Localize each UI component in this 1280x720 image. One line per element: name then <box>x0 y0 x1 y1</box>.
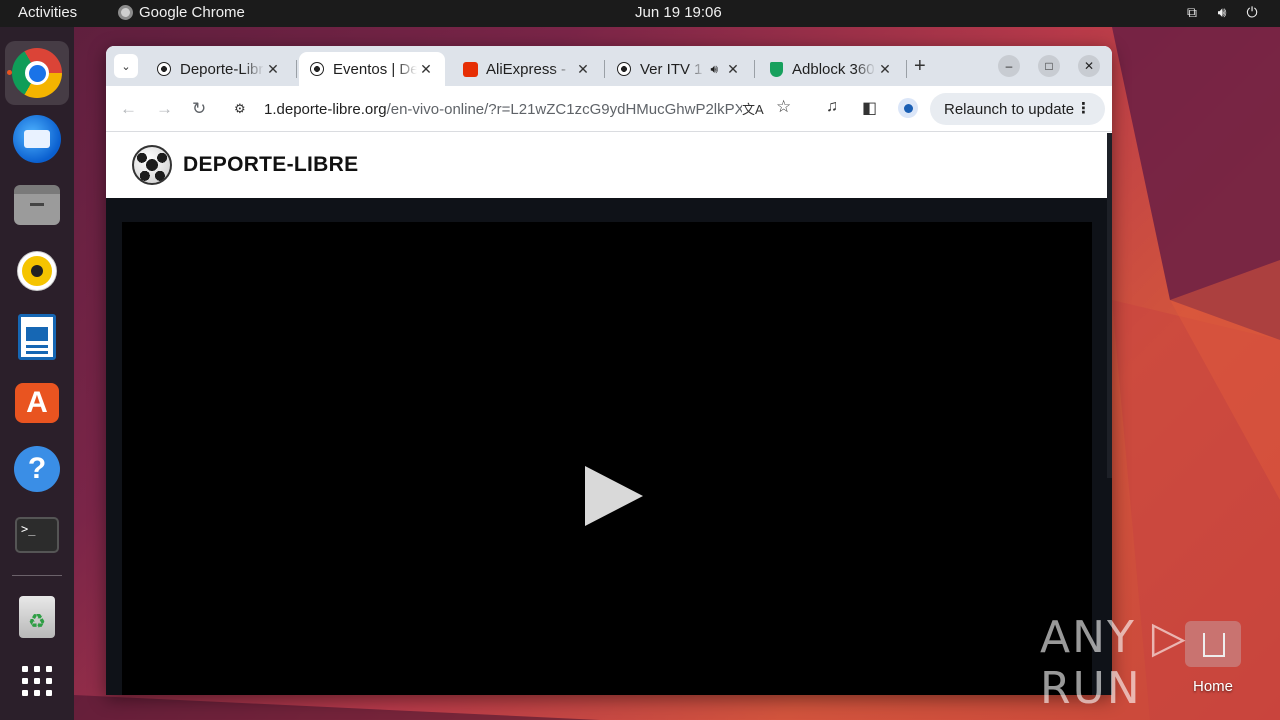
more-menu-icon[interactable]: ⋮ <box>1076 99 1091 117</box>
minimize-button[interactable]: – <box>998 55 1020 77</box>
forward-button[interactable]: → <box>156 99 173 119</box>
chrome-icon <box>12 48 62 98</box>
tab-title: Deporte-Libre <box>180 60 264 78</box>
tab-divider <box>604 60 605 78</box>
tab-strip: ⌄ Deporte-Libre ✕ Eventos | Deporte ✕ Al… <box>106 46 1112 86</box>
running-indicator <box>7 70 12 75</box>
maximize-button[interactable]: □ <box>1038 55 1060 77</box>
thunderbird-icon <box>13 115 61 163</box>
tab-eventos[interactable]: Eventos | Deporte ✕ <box>299 52 445 86</box>
dock-writer[interactable] <box>5 305 69 369</box>
tab-deporte-libre[interactable]: Deporte-Libre ✕ <box>146 52 292 86</box>
shield-icon <box>768 61 784 77</box>
translate-icon[interactable]: 文A <box>742 99 764 118</box>
new-tab-button[interactable]: + <box>914 55 926 78</box>
minimize-icon: – <box>1005 59 1013 73</box>
network-icon: ⧉ <box>1187 4 1197 20</box>
close-tab-icon[interactable]: ✕ <box>876 61 894 78</box>
tab-divider <box>754 60 755 78</box>
close-tab-icon[interactable]: ✕ <box>417 61 435 78</box>
soccer-ball-icon <box>309 61 325 77</box>
soccer-ball-icon <box>616 61 632 77</box>
tab-title: Eventos | Deporte <box>333 60 417 78</box>
relaunch-button[interactable]: Relaunch to update ⋮ <box>930 93 1105 125</box>
back-button[interactable]: ← <box>120 99 137 119</box>
terminal-icon: >_ <box>15 517 59 553</box>
tab-aliexpress[interactable]: AliExpress - ✕ <box>452 52 602 86</box>
dock: A ? >_ ♻ <box>0 27 74 720</box>
app-menu[interactable]: Google Chrome <box>118 4 245 21</box>
site-header: DEPORTE-LIBRE <box>106 133 1112 198</box>
url-path: /en-vivo-online/?r=L21wZC1zcG9ydHMucGhwP… <box>386 100 742 118</box>
system-tray[interactable]: ⧉ 🔊︎ ⏻ <box>1184 4 1260 21</box>
reload-button[interactable]: ↻ <box>192 99 206 119</box>
dock-files[interactable] <box>5 173 69 237</box>
activities-button[interactable]: Activities <box>18 4 77 21</box>
url-host: 1.deporte-libre.org <box>264 100 387 118</box>
anyrun-watermark: ANY ▷ RUN <box>1040 612 1188 714</box>
close-window-button[interactable]: ✕ <box>1078 55 1100 77</box>
chrome-window: ⌄ Deporte-Libre ✕ Eventos | Deporte ✕ Al… <box>106 46 1112 695</box>
browser-toolbar: ← → ↻ ⚙ 1.deporte-libre.org/en-vivo-onli… <box>106 86 1112 132</box>
dock-show-apps[interactable] <box>5 649 69 713</box>
trash-icon: ♻ <box>19 596 55 638</box>
top-bar: Activities Google Chrome Jun 19 19:06 ⧉ … <box>0 0 1280 27</box>
tab-search-button[interactable]: ⌄ <box>114 54 138 78</box>
dock-help[interactable]: ? <box>5 437 69 501</box>
close-tab-icon[interactable]: ✕ <box>264 61 282 78</box>
rhythmbox-icon <box>18 252 56 290</box>
files-icon <box>14 185 60 225</box>
chevron-down-icon: ⌄ <box>121 60 131 73</box>
app-center-icon: A <box>15 383 59 423</box>
dock-chrome[interactable] <box>5 41 69 105</box>
url-text[interactable]: 1.deporte-libre.org/en-vivo-online/?r=L2… <box>264 101 742 118</box>
dock-terminal[interactable]: >_ <box>5 503 69 567</box>
volume-icon: 🔊︎ <box>1217 4 1227 20</box>
audio-playing-icon[interactable]: 🔊︎ <box>710 62 718 77</box>
tab-divider <box>906 60 907 78</box>
close-icon: ✕ <box>1083 59 1095 73</box>
tab-adblock[interactable]: Adblock 360 ✕ <box>758 52 904 86</box>
dock-app-center[interactable]: A <box>5 371 69 435</box>
player-container <box>106 198 1112 695</box>
close-tab-icon[interactable]: ✕ <box>724 61 742 78</box>
video-player[interactable] <box>122 222 1092 695</box>
address-bar[interactable]: ⚙ 1.deporte-libre.org/en-vivo-online/?r=… <box>224 92 808 126</box>
soccer-ball-logo[interactable] <box>132 145 172 185</box>
page-scrollbar[interactable] <box>1107 133 1112 478</box>
show-apps-icon <box>22 666 52 696</box>
tab-title: AliExpress - <box>486 60 567 78</box>
tab-title: Ver ITV 1 <box>640 60 703 78</box>
app-name: Google Chrome <box>139 4 245 21</box>
dock-separator <box>12 575 62 576</box>
aliexpress-icon <box>462 61 478 77</box>
play-icon[interactable] <box>585 466 643 526</box>
relaunch-label: Relaunch to update <box>944 100 1075 118</box>
writer-icon <box>18 314 56 360</box>
profile-icon <box>903 103 913 113</box>
clock[interactable]: Jun 19 19:06 <box>635 4 722 21</box>
power-icon: ⏻ <box>1246 4 1258 20</box>
tab-title: Adblock 360 <box>792 60 875 78</box>
home-folder-icon[interactable] <box>1185 621 1241 667</box>
tab-ver-itv[interactable]: Ver ITV 1 🔊︎ ✕ <box>606 52 752 86</box>
tab-divider <box>296 60 297 78</box>
profile-avatar[interactable] <box>898 98 918 118</box>
site-info-icon[interactable]: ⚙ <box>234 101 256 117</box>
media-control-icon[interactable]: ♫ <box>826 98 838 116</box>
soccer-ball-icon <box>156 61 172 77</box>
dock-rhythmbox[interactable] <box>5 239 69 303</box>
dock-thunderbird[interactable] <box>5 107 69 171</box>
maximize-icon: □ <box>1045 59 1053 73</box>
chrome-icon <box>118 5 133 20</box>
dock-trash[interactable]: ♻ <box>5 585 69 649</box>
bookmark-star-icon[interactable]: ☆ <box>776 97 791 117</box>
side-panel-icon[interactable]: ◧ <box>862 98 877 118</box>
help-icon: ? <box>14 446 60 492</box>
close-tab-icon[interactable]: ✕ <box>574 61 592 78</box>
site-title[interactable]: DEPORTE-LIBRE <box>183 153 358 177</box>
home-label: Home <box>1193 678 1234 695</box>
